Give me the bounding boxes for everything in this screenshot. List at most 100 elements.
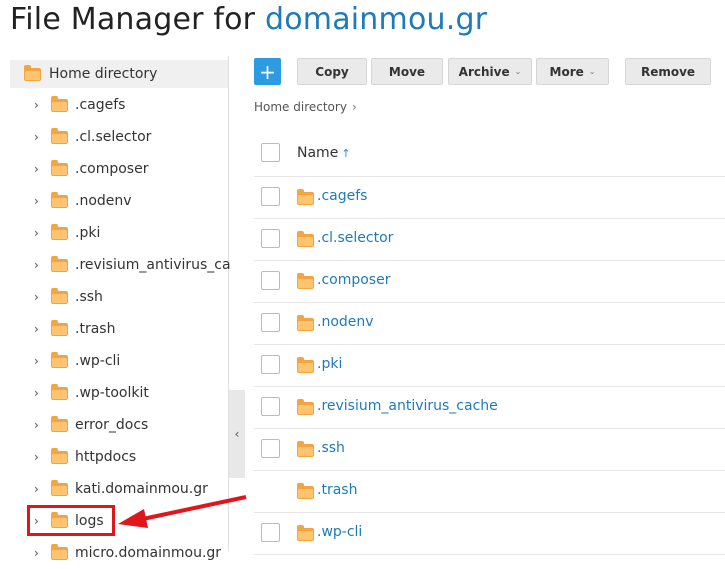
- table-row[interactable]: .wp-cli: [254, 512, 725, 555]
- table-row[interactable]: .pki: [254, 344, 725, 387]
- tree-item[interactable]: › .pki: [0, 217, 230, 249]
- folder-icon: [297, 525, 314, 541]
- tree-item[interactable]: › .cagefs: [0, 89, 230, 121]
- copy-button[interactable]: Copy: [297, 58, 367, 85]
- row-checkbox[interactable]: [261, 523, 280, 542]
- table-row[interactable]: .cl.selector: [254, 218, 725, 261]
- file-name-link[interactable]: .nodenv: [317, 314, 374, 330]
- file-name-link[interactable]: .composer: [317, 272, 390, 288]
- folder-icon: [51, 479, 68, 496]
- row-checkbox[interactable]: [261, 271, 280, 290]
- folder-icon: [51, 159, 68, 176]
- breadcrumb: Home directory ›: [254, 100, 357, 114]
- folder-icon: [51, 383, 68, 400]
- tree-item[interactable]: › .revisium_antivirus_cache: [0, 249, 230, 281]
- tree-item[interactable]: › .wp-toolkit: [0, 377, 230, 409]
- tree-item[interactable]: › .nodenv: [0, 185, 230, 217]
- folder-icon: [51, 447, 68, 464]
- tree-item-label: .revisium_antivirus_cache: [75, 257, 230, 273]
- row-checkbox[interactable]: [261, 313, 280, 332]
- page-title: File Manager for domainmou.gr: [10, 2, 487, 37]
- folder-icon: [51, 127, 68, 144]
- file-name-link[interactable]: .cagefs: [317, 188, 367, 204]
- tree-item-label: .cagefs: [75, 97, 126, 113]
- chevron-right-icon: ›: [351, 100, 357, 114]
- tree-item[interactable]: › micro.domainmou.gr: [0, 537, 230, 569]
- highlight-box: [27, 505, 115, 536]
- tree-item-label: .ssh: [75, 289, 103, 305]
- table-row[interactable]: .ssh: [254, 428, 725, 471]
- folder-icon: [297, 441, 314, 457]
- chevron-right-icon[interactable]: ›: [34, 482, 39, 496]
- archive-button[interactable]: Archive ⌄: [448, 58, 532, 85]
- file-name-link[interactable]: .cl.selector: [317, 230, 393, 246]
- breadcrumb-home[interactable]: Home directory: [254, 100, 347, 114]
- file-name-link[interactable]: .trash: [317, 482, 357, 498]
- remove-button-label: Remove: [640, 64, 696, 79]
- file-name-link[interactable]: .wp-cli: [317, 524, 362, 540]
- tree-item[interactable]: › httpdocs: [0, 441, 230, 473]
- chevron-right-icon[interactable]: ›: [34, 354, 39, 368]
- chevron-right-icon[interactable]: ›: [34, 386, 39, 400]
- name-column-header[interactable]: Name ↑: [297, 145, 351, 161]
- folder-icon: [51, 287, 68, 304]
- tree-item[interactable]: › .composer: [0, 153, 230, 185]
- chevron-right-icon[interactable]: ›: [34, 98, 39, 112]
- chevron-right-icon[interactable]: ›: [34, 130, 39, 144]
- folder-icon: [51, 415, 68, 432]
- tree-item-label: micro.domainmou.gr: [75, 545, 222, 561]
- add-button[interactable]: +: [254, 58, 281, 85]
- remove-button[interactable]: Remove: [625, 58, 711, 85]
- more-button[interactable]: More ⌄: [536, 58, 609, 85]
- tree-item[interactable]: › .ssh: [0, 281, 230, 313]
- file-name-link[interactable]: .ssh: [317, 440, 345, 456]
- chevron-right-icon[interactable]: ›: [34, 418, 39, 432]
- row-checkbox[interactable]: [261, 355, 280, 374]
- chevron-right-icon[interactable]: ›: [34, 322, 39, 336]
- table-row[interactable]: .trash: [254, 470, 725, 513]
- copy-button-label: Copy: [315, 64, 349, 79]
- chevron-right-icon[interactable]: ›: [34, 546, 39, 560]
- tree-item[interactable]: › .trash: [0, 313, 230, 345]
- row-checkbox[interactable]: [261, 187, 280, 206]
- file-name-link[interactable]: .pki: [317, 356, 342, 372]
- tree-root-label: Home directory: [49, 66, 158, 82]
- folder-icon: [51, 543, 68, 560]
- chevron-right-icon[interactable]: ›: [34, 226, 39, 240]
- table-row[interactable]: .nodenv: [254, 302, 725, 345]
- move-button-label: Move: [388, 64, 426, 79]
- chevron-right-icon[interactable]: ›: [34, 450, 39, 464]
- move-button[interactable]: Move: [371, 58, 443, 85]
- name-column-label: Name: [297, 145, 339, 161]
- tree-item[interactable]: › error_docs: [0, 409, 230, 441]
- table-row[interactable]: .cagefs: [254, 176, 725, 219]
- chevron-right-icon[interactable]: ›: [34, 162, 39, 176]
- folder-icon: [51, 255, 68, 272]
- row-checkbox[interactable]: [261, 397, 280, 416]
- page-title-domain: domainmou.gr: [264, 2, 488, 37]
- sort-ascending-icon: ↑: [341, 147, 351, 160]
- chevron-left-icon: ‹: [234, 427, 240, 441]
- table-row[interactable]: .revisium_antivirus_cache: [254, 386, 725, 429]
- chevron-right-icon[interactable]: ›: [34, 290, 39, 304]
- chevron-down-icon: ⌄: [588, 67, 596, 76]
- table-row[interactable]: .composer: [254, 260, 725, 303]
- tree-item-label: error_docs: [75, 417, 149, 433]
- row-checkbox[interactable]: [261, 229, 280, 248]
- tree-root-home[interactable]: Home directory: [10, 60, 228, 88]
- tree-item[interactable]: › .cl.selector: [0, 121, 230, 153]
- folder-icon: [51, 351, 68, 368]
- sidebar-collapse-handle[interactable]: ‹: [229, 390, 245, 478]
- tree-item-label: .composer: [75, 161, 149, 177]
- chevron-right-icon[interactable]: ›: [34, 258, 39, 272]
- select-all-checkbox[interactable]: [261, 143, 280, 162]
- folder-icon: [297, 273, 314, 289]
- chevron-right-icon[interactable]: ›: [34, 194, 39, 208]
- file-name-link[interactable]: .revisium_antivirus_cache: [317, 398, 498, 414]
- tree-item-label: .wp-cli: [75, 353, 121, 369]
- tree-item-label: .trash: [75, 321, 116, 337]
- folder-icon: [297, 189, 314, 205]
- row-checkbox[interactable]: [261, 439, 280, 458]
- tree-item[interactable]: › .wp-cli: [0, 345, 230, 377]
- folder-icon: [297, 399, 314, 415]
